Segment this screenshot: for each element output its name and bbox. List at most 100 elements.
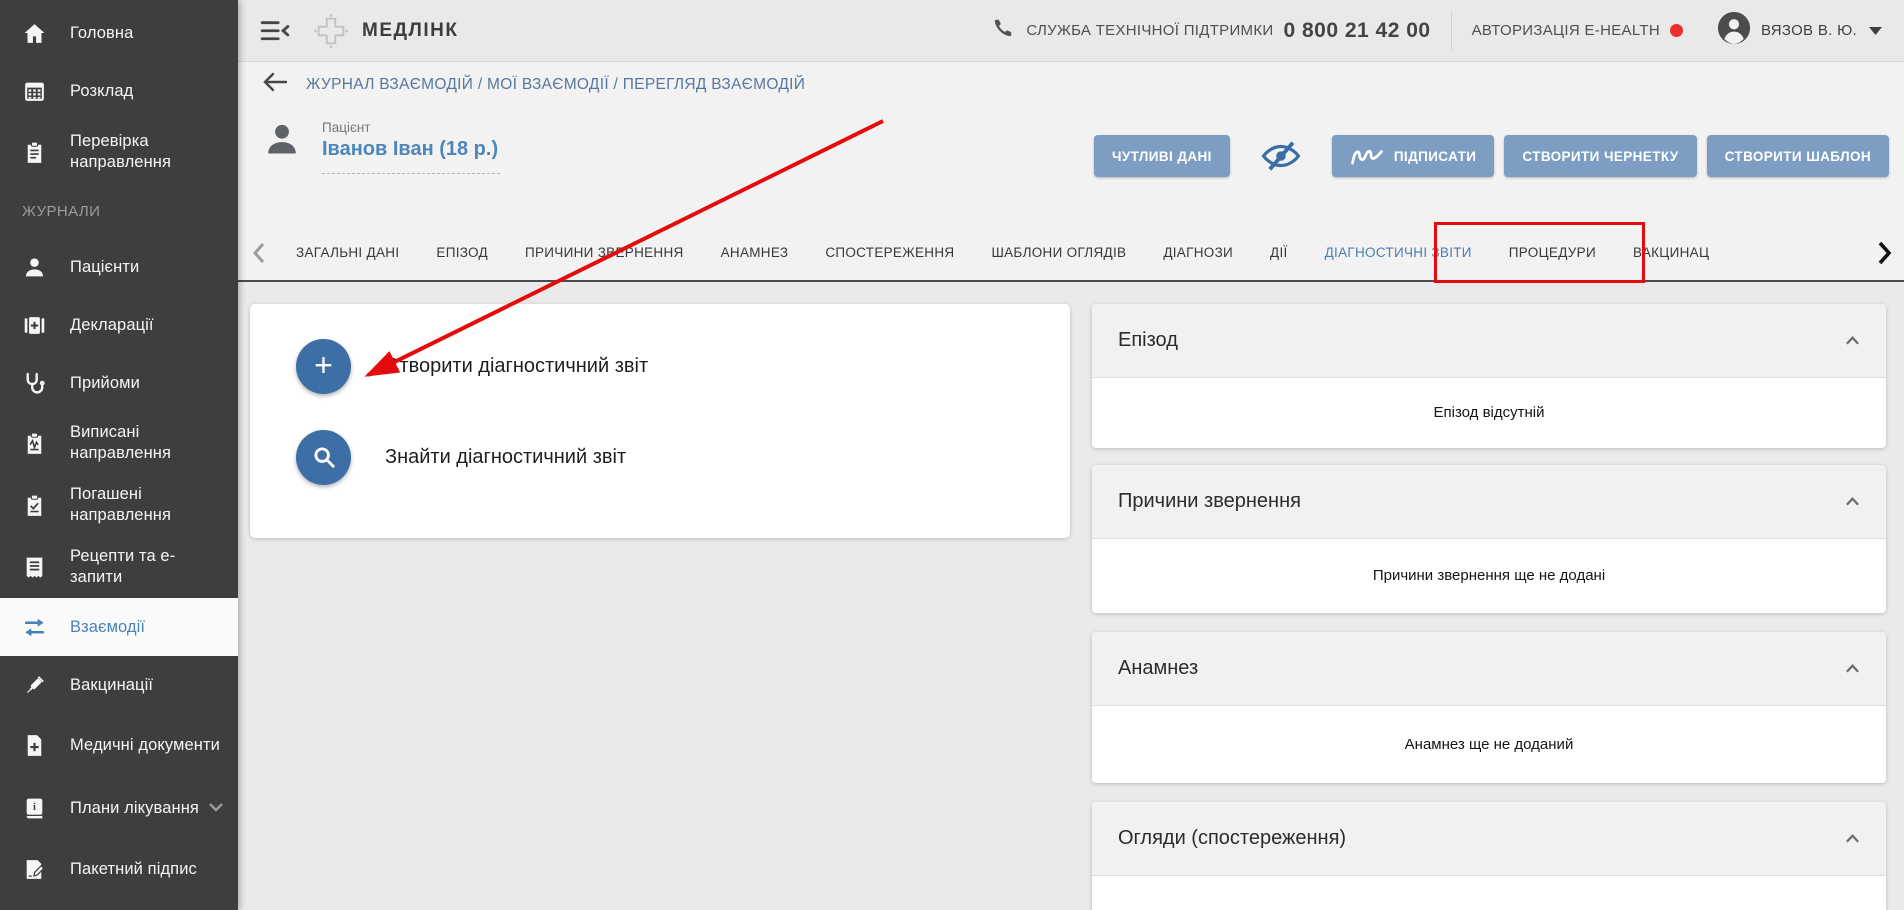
patient-avatar-icon <box>264 120 300 174</box>
panel-title: Причини звернення <box>1118 490 1301 513</box>
chevron-up-icon <box>1845 661 1860 676</box>
phone-icon <box>992 17 1014 44</box>
tab-diagnostic-reports[interactable]: ДІАГНОСТИЧНІ ЗВІТИ <box>1325 245 1472 260</box>
sidebar-item-label: Розклад <box>70 81 133 102</box>
treatment-plans-icon: i <box>22 794 52 822</box>
tab-general-data[interactable]: ЗАГАЛЬНІ ДАНІ <box>296 245 399 260</box>
tab-vaccinations[interactable]: ВАКЦИНАЦ <box>1633 245 1709 260</box>
sidebar-item-prescriptions[interactable]: Рецепти та е-запити <box>0 536 238 598</box>
sidebar-item-vaccinations[interactable]: Вакцинації <box>0 656 238 714</box>
panel-anamnesis-header[interactable]: Анамнез <box>1092 632 1886 706</box>
interactions-icon <box>22 613 52 641</box>
panel-body <box>1092 876 1886 910</box>
auth-status[interactable]: АВТОРИЗАЦІЯ E-HEALTH <box>1472 22 1683 39</box>
issued-referrals-icon <box>22 429 52 457</box>
tab-episode[interactable]: ЕПІЗОД <box>436 245 488 260</box>
sidebar-item-label: Плани лікування <box>70 798 199 819</box>
sidebar-item-treatment-plans[interactable]: i Плани лікування <box>0 776 238 840</box>
user-menu[interactable]: ВЯЗОВ В. Ю. <box>1717 11 1882 50</box>
sidebar-item-redeemed-referrals[interactable]: Погашені направлення <box>0 474 238 536</box>
sidebar-item-label: Пакетний підпис <box>70 859 197 880</box>
patient-name[interactable]: Іванов Іван (18 р.) <box>322 138 500 161</box>
caret-down-icon <box>1869 22 1882 40</box>
brand-name: МЕДЛІНК <box>362 20 458 42</box>
sidebar-item-patients[interactable]: Пацієнти <box>0 238 238 296</box>
sidebar-item-schedule[interactable]: Розклад <box>0 62 238 120</box>
sidebar-item-label: Головна <box>70 23 133 44</box>
patient-underline <box>322 173 500 174</box>
tab-visit-reasons[interactable]: ПРИЧИНИ ЗВЕРНЕННЯ <box>525 245 684 260</box>
sensitive-data-button[interactable]: ЧУТЛИВІ ДАНІ <box>1094 135 1230 177</box>
syringe-icon <box>22 671 52 699</box>
panel-empty-text: Анамнез ще не доданий <box>1405 736 1574 753</box>
collapse-sidebar-icon[interactable] <box>260 20 290 42</box>
panel-visit-reasons-header[interactable]: Причини звернення <box>1092 465 1886 539</box>
eye-slash-icon[interactable] <box>1260 139 1302 173</box>
search-icon[interactable] <box>296 430 351 485</box>
sidebar-item-issued-referrals[interactable]: Виписані направлення <box>0 412 238 474</box>
chevron-up-icon <box>1845 333 1860 348</box>
sidebar-item-label: Виписані направлення <box>70 422 224 464</box>
sidebar-section-journals: ЖУРНАЛИ <box>0 184 238 238</box>
sensitive-data-label: ЧУТЛИВІ ДАНІ <box>1112 149 1212 164</box>
tab-diagnoses[interactable]: ДІАГНОЗИ <box>1163 245 1233 260</box>
create-diagnostic-report-action[interactable]: + Створити діагностичний звіт <box>296 338 1070 394</box>
chevron-up-icon <box>1845 831 1860 846</box>
sidebar-item-batch-signature[interactable]: Пакетний підпис <box>0 840 238 898</box>
panel-title: Огляди (спостереження) <box>1118 827 1346 850</box>
header-divider <box>1451 12 1452 50</box>
sidebar-item-declarations[interactable]: Декларації <box>0 296 238 354</box>
sidebar-item-label: Перевірка направлення <box>70 131 224 173</box>
sidebar-item-label: Прийоми <box>70 373 140 394</box>
patients-icon <box>22 253 52 281</box>
tab-strip: ЗАГАЛЬНІ ДАНІ ЕПІЗОД ПРИЧИНИ ЗВЕРНЕННЯ А… <box>296 245 1869 260</box>
create-draft-label: СТВОРИТИ ЧЕРНЕТКУ <box>1522 149 1678 164</box>
sign-label: ПІДПИСАТИ <box>1394 149 1477 164</box>
tab-procedures[interactable]: ПРОЦЕДУРИ <box>1509 245 1596 260</box>
sidebar: Головна Розклад Перевірка направлення ЖУ… <box>0 0 238 910</box>
signature-icon <box>1350 145 1384 167</box>
panel-body: Анамнез ще не доданий <box>1092 706 1886 782</box>
tab-observations[interactable]: СПОСТЕРЕЖЕННЯ <box>825 245 954 260</box>
medlink-logo-icon <box>312 12 350 50</box>
sidebar-item-label: Декларації <box>70 315 154 336</box>
top-header: МЕДЛІНК СЛУЖБА ТЕХНІЧНОЇ ПІДТРИМКИ 0 800… <box>238 0 1904 62</box>
panel-episode-header[interactable]: Епізод <box>1092 304 1886 378</box>
plus-icon[interactable]: + <box>296 339 351 394</box>
sidebar-item-appointments[interactable]: Прийоми <box>0 354 238 412</box>
find-report-label: Знайти діагностичний звіт <box>385 446 626 469</box>
sidebar-item-referral-check[interactable]: Перевірка направлення <box>0 120 238 184</box>
tabs-scroll-left-icon[interactable] <box>252 242 266 264</box>
sidebar-item-interactions[interactable]: Взаємодії <box>0 598 238 656</box>
create-draft-button[interactable]: СТВОРИТИ ЧЕРНЕТКУ <box>1504 135 1696 177</box>
panel-body: Епізод відсутній <box>1092 378 1886 447</box>
tab-exam-templates[interactable]: ШАБЛОНИ ОГЛЯДІВ <box>991 245 1126 260</box>
redeemed-referrals-icon <box>22 491 52 519</box>
stethoscope-icon <box>22 369 52 397</box>
prescriptions-icon <box>22 553 52 581</box>
create-template-button[interactable]: СТВОРИТИ ШАБЛОН <box>1707 135 1889 177</box>
tab-anamnesis[interactable]: АНАМНЕЗ <box>721 245 789 260</box>
panel-observations-header[interactable]: Огляди (спостереження) <box>1092 802 1886 876</box>
sign-button[interactable]: ПІДПИСАТИ <box>1332 135 1495 177</box>
chevron-down-icon[interactable] <box>208 799 224 817</box>
sidebar-item-home[interactable]: Головна <box>0 4 238 62</box>
panel-empty-text: Причини звернення ще не додані <box>1373 567 1605 584</box>
find-diagnostic-report-action[interactable]: Знайти діагностичний звіт <box>296 429 1070 485</box>
tab-actions[interactable]: ДІЇ <box>1270 245 1288 260</box>
back-arrow-icon[interactable] <box>262 71 288 98</box>
sidebar-item-medical-documents[interactable]: Медичні документи <box>0 714 238 776</box>
panel-title: Анамнез <box>1118 657 1198 680</box>
tabs-scroll-right-icon[interactable] <box>1877 241 1892 265</box>
record-tabs: ЗАГАЛЬНІ ДАНІ ЕПІЗОД ПРИЧИНИ ЗВЕРНЕННЯ А… <box>238 225 1904 282</box>
auth-label: АВТОРИЗАЦІЯ E-HEALTH <box>1472 22 1660 39</box>
sidebar-item-label: Вакцинації <box>70 675 153 696</box>
home-icon <box>22 19 52 47</box>
panel-empty-text: Епізод відсутній <box>1433 404 1544 421</box>
panel-title: Епізод <box>1118 329 1178 352</box>
auth-status-dot <box>1670 24 1683 37</box>
panel-visit-reasons: Причини звернення Причини звернення ще н… <box>1092 465 1886 613</box>
panel-episode: Епізод Епізод відсутній <box>1092 304 1886 448</box>
sidebar-item-label: Пацієнти <box>70 257 139 278</box>
breadcrumb[interactable]: ЖУРНАЛ ВЗАЄМОДІЙ / МОЇ ВЗАЄМОДІЇ / ПЕРЕГ… <box>306 76 805 94</box>
